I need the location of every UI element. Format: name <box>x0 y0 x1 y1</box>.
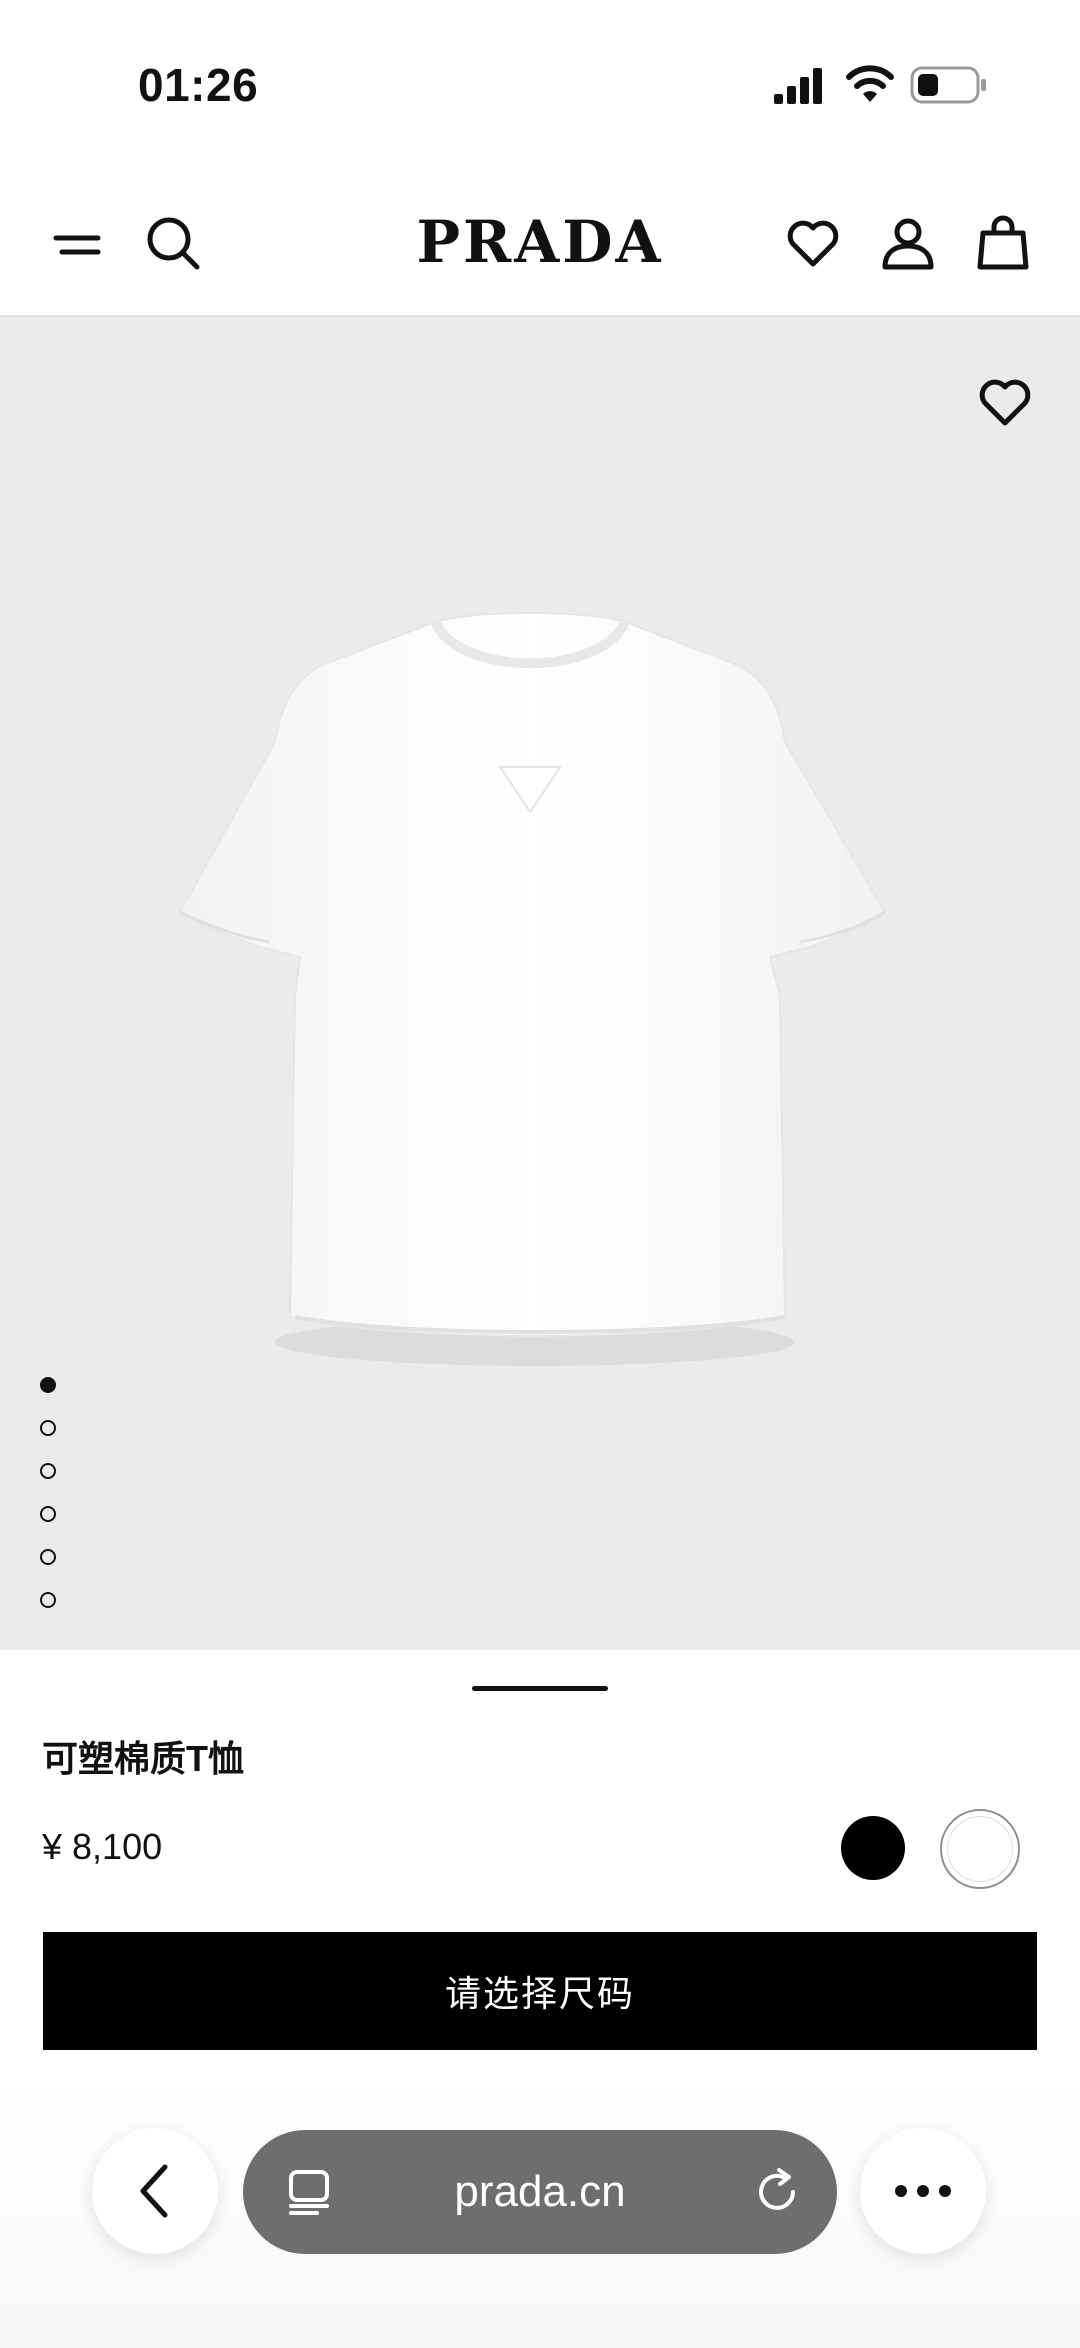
shopping-bag-icon <box>977 215 1028 269</box>
wishlist-button[interactable] <box>775 205 850 280</box>
color-swatch-black[interactable] <box>841 1816 905 1880</box>
browser-back-button[interactable] <box>92 2128 218 2254</box>
menu-icon <box>53 235 101 255</box>
address-bar[interactable]: prada.cn <box>243 2130 837 2254</box>
select-size-button[interactable]: 请选择尺码 <box>43 1932 1037 2050</box>
status-time: 01:26 <box>138 59 259 111</box>
pagination-dot-1[interactable] <box>40 1377 56 1393</box>
pagination-dot-5[interactable] <box>40 1549 56 1565</box>
signal-icon <box>772 66 826 111</box>
pagination-dot-6[interactable] <box>40 1592 56 1608</box>
tabs-icon[interactable] <box>285 2168 333 2221</box>
shopping-bag-button[interactable] <box>965 205 1040 280</box>
product-price: ¥ 8,100 <box>42 1826 163 1867</box>
product-image <box>178 612 887 1366</box>
battery-icon <box>910 66 988 109</box>
user-icon <box>882 218 933 269</box>
heart-icon <box>979 379 1031 426</box>
add-to-wishlist-button[interactable] <box>970 367 1040 437</box>
search-button[interactable] <box>135 205 210 280</box>
site-header: PRADA <box>0 170 1080 317</box>
more-icon <box>895 2185 951 2197</box>
pagination-dot-3[interactable] <box>40 1463 56 1479</box>
product-image-gallery[interactable] <box>0 317 1080 1650</box>
sheet-drag-handle[interactable] <box>472 1686 608 1691</box>
pagination-dot-4[interactable] <box>40 1506 56 1522</box>
status-bar: 01:26 <box>0 0 1080 170</box>
color-swatch-white[interactable] <box>940 1809 1020 1889</box>
reload-icon[interactable] <box>753 2168 801 2221</box>
account-button[interactable] <box>870 205 945 280</box>
browser-more-button[interactable] <box>860 2128 986 2254</box>
heart-icon <box>787 220 838 266</box>
pagination-dot-2[interactable] <box>40 1420 56 1436</box>
wifi-icon <box>845 64 895 109</box>
back-icon <box>140 2164 168 2218</box>
product-name: 可塑棉质T恤 <box>42 1738 244 1779</box>
search-icon <box>147 217 199 269</box>
menu-button[interactable] <box>42 210 112 280</box>
brand-logo[interactable]: PRADA <box>400 212 680 272</box>
